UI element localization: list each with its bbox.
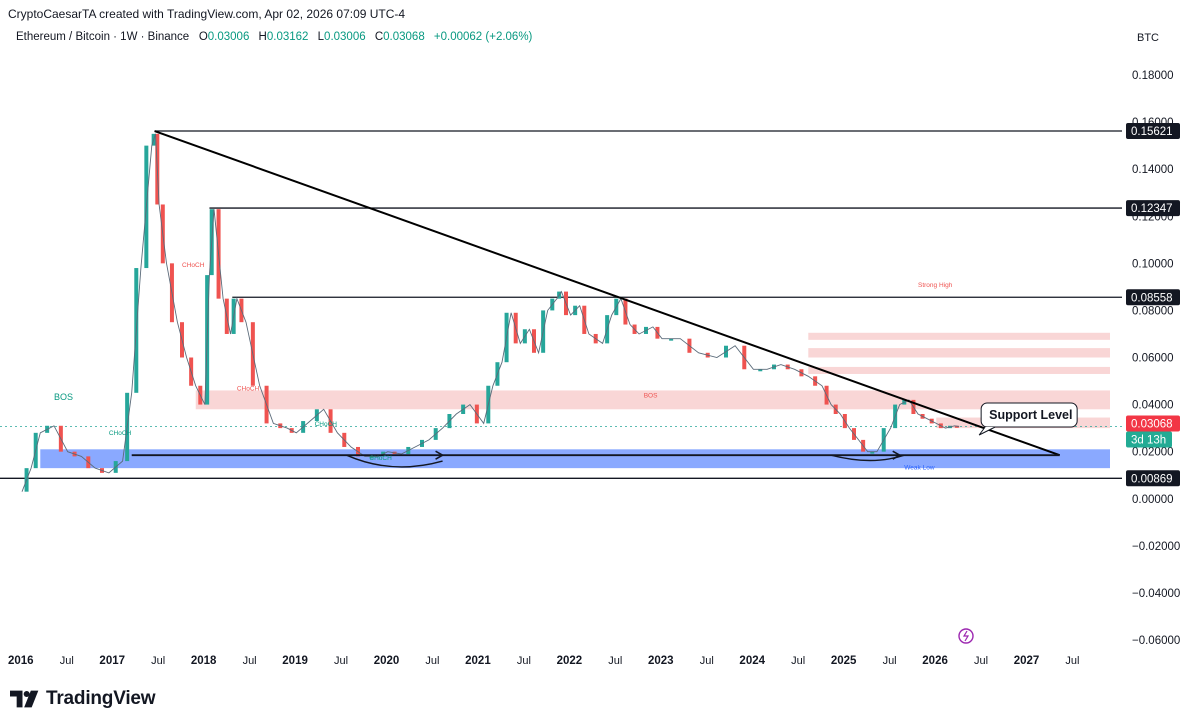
- current-price-label: 0.03068: [1131, 419, 1173, 431]
- x-tick-label: Jul: [883, 655, 897, 667]
- resistance-zone: [808, 366, 1110, 374]
- annotation-label: CHoCH: [315, 421, 338, 428]
- annotation-label: Weak Low: [904, 464, 935, 471]
- x-tick-label: 2017: [99, 655, 125, 667]
- y-tick-label: 0.06000: [1132, 353, 1174, 365]
- level-price-label: 0.00869: [1131, 473, 1173, 485]
- level-price-label: 0.12347: [1131, 203, 1173, 215]
- countdown-label: 3d 13h: [1131, 435, 1166, 447]
- x-tick-label: Jul: [334, 655, 348, 667]
- x-tick-label: 2021: [465, 655, 491, 667]
- x-tick-label: Jul: [425, 655, 439, 667]
- x-tick-label: 2018: [191, 655, 217, 667]
- level-price-label: 0.15621: [1131, 126, 1173, 138]
- x-tick-label: Jul: [700, 655, 714, 667]
- annotation-label: CHoCH: [109, 430, 132, 437]
- annotation-label: CHoCH: [369, 455, 392, 462]
- annotation-label: Strong High: [918, 282, 953, 289]
- y-tick-label: −0.02000: [1132, 541, 1180, 553]
- annotation-label: CHoCH: [237, 385, 260, 392]
- annotation-label: BOS: [644, 393, 658, 400]
- x-tick-label: Jul: [791, 655, 805, 667]
- level-price-label: 0.08558: [1131, 292, 1173, 304]
- x-tick-label: 2027: [1014, 655, 1040, 667]
- x-tick-label: 2019: [282, 655, 308, 667]
- x-tick-label: 2020: [374, 655, 400, 667]
- annotation-label: CHoCH: [182, 262, 205, 269]
- tradingview-logo: TradingView: [10, 687, 156, 711]
- support-zone: [40, 449, 1110, 469]
- resistance-zone: [808, 348, 1110, 358]
- y-tick-label: 0.04000: [1132, 400, 1174, 412]
- y-tick-label: 0.14000: [1132, 164, 1174, 176]
- x-tick-label: Jul: [1065, 655, 1079, 667]
- x-tick-label: Jul: [60, 655, 74, 667]
- y-tick-label: 0.08000: [1132, 305, 1174, 317]
- annotation-label: BOS: [54, 392, 73, 402]
- x-tick-label: 2016: [8, 655, 34, 667]
- x-tick-label: Jul: [243, 655, 257, 667]
- x-tick-label: Jul: [517, 655, 531, 667]
- y-tick-label: 0.18000: [1132, 70, 1174, 82]
- lightning-icon: [962, 630, 970, 642]
- x-tick-label: 2024: [739, 655, 765, 667]
- support-level-label: Support Level: [989, 408, 1072, 422]
- y-tick-label: 0.10000: [1132, 258, 1174, 270]
- x-tick-label: Jul: [151, 655, 165, 667]
- y-tick-label: −0.06000: [1132, 635, 1180, 647]
- x-tick-label: Jul: [974, 655, 988, 667]
- brand-name: TradingView: [46, 688, 156, 709]
- x-tick-label: 2025: [831, 655, 857, 667]
- tradingview-logo-icon: [10, 690, 39, 708]
- price-chart[interactable]: BOS BOS Strong High Weak Low CHoCH CHoCH CHoCH…: [0, 0, 1200, 725]
- price-series-line: [21, 133, 960, 492]
- y-tick-label: −0.04000: [1132, 588, 1180, 600]
- resistance-zone: [808, 332, 1110, 340]
- x-tick-label: 2026: [922, 655, 948, 667]
- y-tick-label: 0.02000: [1132, 447, 1174, 459]
- x-tick-label: 2023: [648, 655, 674, 667]
- y-tick-label: 0.00000: [1132, 494, 1174, 506]
- x-tick-label: 2022: [557, 655, 583, 667]
- x-tick-label: Jul: [608, 655, 622, 667]
